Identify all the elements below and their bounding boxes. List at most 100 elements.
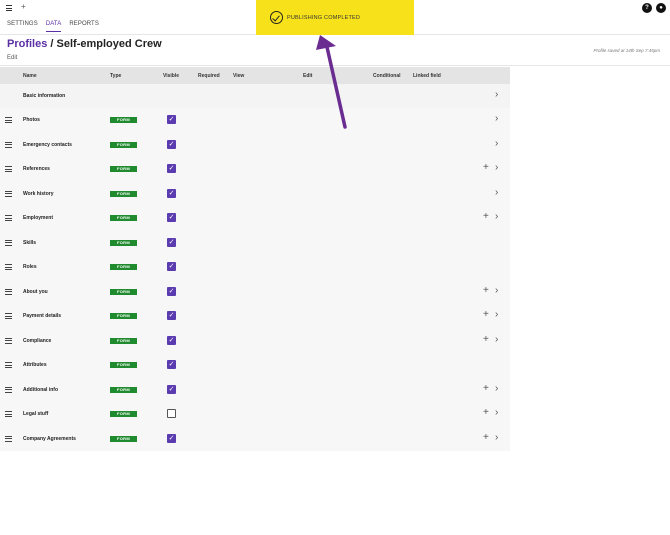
chevron-right-icon[interactable]: › — [495, 334, 498, 345]
drag-handle-icon[interactable] — [5, 362, 12, 370]
visible-checkbox[interactable]: ✓ — [167, 115, 176, 124]
chevron-right-icon[interactable]: › — [495, 113, 498, 124]
column-header-edit: Edit — [303, 73, 313, 79]
help-button[interactable]: ? — [642, 3, 652, 13]
drag-handle-icon[interactable] — [5, 386, 12, 395]
chevron-right-icon[interactable]: › — [495, 285, 498, 296]
table-row-additional-info[interactable]: Additional info FORM ✓ + › — [0, 377, 510, 402]
drag-handle-icon[interactable] — [5, 141, 12, 150]
plus-icon[interactable]: + — [483, 162, 489, 173]
table-row-references[interactable]: References FORM ✓ + › — [0, 157, 510, 182]
row-name: Employment — [23, 215, 54, 221]
chevron-right-icon[interactable]: › — [495, 89, 498, 100]
tab-settings[interactable]: SETTINGS — [7, 21, 38, 32]
drag-handle-icon[interactable] — [5, 239, 12, 248]
plus-icon[interactable]: + — [483, 285, 489, 296]
table-row-compliance[interactable]: Compliance FORM ✓ + › — [0, 328, 510, 353]
column-header-type: Type — [110, 73, 122, 79]
drag-handle-icon[interactable] — [5, 288, 12, 297]
chevron-right-icon[interactable]: › — [495, 432, 498, 443]
table-row-employment[interactable]: Employment FORM ✓ + › — [0, 206, 510, 231]
row-name: Emergency contacts — [23, 141, 72, 148]
visible-checkbox[interactable]: ✓ — [167, 335, 176, 345]
checkmark-icon: ✓ — [168, 336, 175, 344]
visible-checkbox[interactable]: ✓ — [167, 311, 176, 320]
plus-icon[interactable]: + — [483, 432, 489, 443]
drag-handle-icon[interactable] — [5, 435, 12, 444]
table-row-skills[interactable]: Skills FORM ✓ — [0, 230, 510, 255]
visible-checkbox[interactable]: ✓ — [167, 384, 176, 394]
sections-table: Name Type Visible Required View Edit Con… — [0, 67, 510, 451]
type-badge: FORM — [110, 313, 137, 319]
table-row-work-history[interactable]: Work history FORM ✓ › — [0, 181, 510, 206]
type-badge: FORM — [110, 386, 137, 393]
checkmark-icon: ✓ — [168, 361, 175, 368]
edit-link[interactable]: Edit — [7, 55, 17, 61]
table-row-basic-information[interactable]: Basic information › — [0, 84, 510, 108]
saved-status: Profile saved at 14th Sep 7:45pm — [593, 48, 660, 53]
type-badge: FORM — [110, 166, 137, 172]
drag-handle-icon[interactable] — [5, 190, 12, 199]
hamburger-menu-icon[interactable] — [6, 5, 12, 11]
drag-handle-icon[interactable] — [5, 313, 12, 321]
chevron-right-icon[interactable]: › — [495, 187, 498, 198]
visible-checkbox[interactable]: ✓ — [167, 139, 176, 149]
visible-checkbox[interactable]: ✓ — [167, 237, 176, 247]
visible-checkbox[interactable]: ✓ — [167, 360, 176, 369]
row-name: Additional info — [23, 386, 58, 393]
table-row-photos[interactable]: Photos FORM ✓ › — [0, 108, 510, 133]
visible-checkbox[interactable]: ✓ — [167, 213, 176, 222]
breadcrumb-profiles[interactable]: Profiles — [7, 38, 47, 50]
drag-handle-icon[interactable] — [5, 215, 12, 223]
plus-icon[interactable]: + — [483, 334, 489, 345]
visible-checkbox[interactable]: ✓ — [167, 433, 176, 443]
checkmark-icon: ✓ — [168, 238, 175, 246]
type-badge: FORM — [110, 239, 137, 246]
type-badge: FORM — [110, 215, 137, 221]
type-badge: FORM — [110, 362, 137, 368]
visible-checkbox[interactable]: ✓ — [167, 164, 176, 173]
add-plus-icon[interactable]: + — [21, 2, 26, 11]
table-row-legal-stuff[interactable]: Legal stuff FORM + › — [0, 402, 510, 427]
visible-checkbox[interactable]: ✓ — [167, 188, 176, 198]
user-avatar-button[interactable]: ● — [656, 3, 666, 13]
table-row-emergency-contacts[interactable]: Emergency contacts FORM ✓ › — [0, 132, 510, 157]
visible-checkbox[interactable]: ✓ — [167, 286, 176, 296]
drag-handle-icon[interactable] — [5, 117, 12, 125]
title-divider — [0, 65, 670, 66]
table-row-attributes[interactable]: Attributes FORM ✓ — [0, 353, 510, 378]
chevron-right-icon[interactable]: › — [495, 407, 498, 418]
visible-checkbox[interactable]: ✓ — [167, 262, 176, 271]
row-name: Work history — [23, 190, 54, 197]
table-row-roles[interactable]: Roles FORM ✓ — [0, 255, 510, 280]
check-circle-icon — [270, 11, 283, 24]
row-name: Basic information — [23, 93, 66, 99]
chevron-right-icon[interactable]: › — [495, 383, 498, 394]
plus-icon[interactable]: + — [483, 309, 489, 320]
type-badge: FORM — [110, 117, 137, 123]
visible-checkbox[interactable] — [167, 409, 176, 418]
table-row-company-agreements[interactable]: Company Agreements FORM ✓ + › — [0, 426, 510, 451]
tab-data[interactable]: DATA — [45, 21, 62, 32]
tab-reports[interactable]: REPORTS — [69, 21, 99, 32]
table-row-about-you[interactable]: About you FORM ✓ + › — [0, 279, 510, 304]
chevron-right-icon[interactable]: › — [495, 309, 498, 320]
table-row-payment-details[interactable]: Payment details FORM ✓ + › — [0, 304, 510, 329]
publishing-toast: PUBLISHING COMPLETED — [256, 0, 414, 35]
checkmark-icon: ✓ — [168, 140, 175, 148]
drag-handle-icon[interactable] — [5, 337, 12, 346]
plus-icon[interactable]: + — [483, 383, 489, 394]
checkmark-icon: ✓ — [168, 189, 175, 197]
plus-icon[interactable]: + — [483, 407, 489, 418]
drag-handle-icon[interactable] — [5, 264, 12, 272]
row-name: Payment details — [23, 313, 62, 319]
plus-icon[interactable]: + — [483, 211, 489, 222]
chevron-right-icon[interactable]: › — [495, 162, 498, 173]
checkmark-icon: ✓ — [168, 312, 175, 319]
chevron-right-icon[interactable]: › — [495, 211, 498, 222]
drag-handle-icon[interactable] — [5, 166, 12, 174]
drag-handle-icon[interactable] — [5, 411, 12, 419]
row-name: Photos — [23, 117, 40, 123]
column-header-linked-field: Linked field — [413, 73, 441, 79]
chevron-right-icon[interactable]: › — [495, 138, 498, 149]
